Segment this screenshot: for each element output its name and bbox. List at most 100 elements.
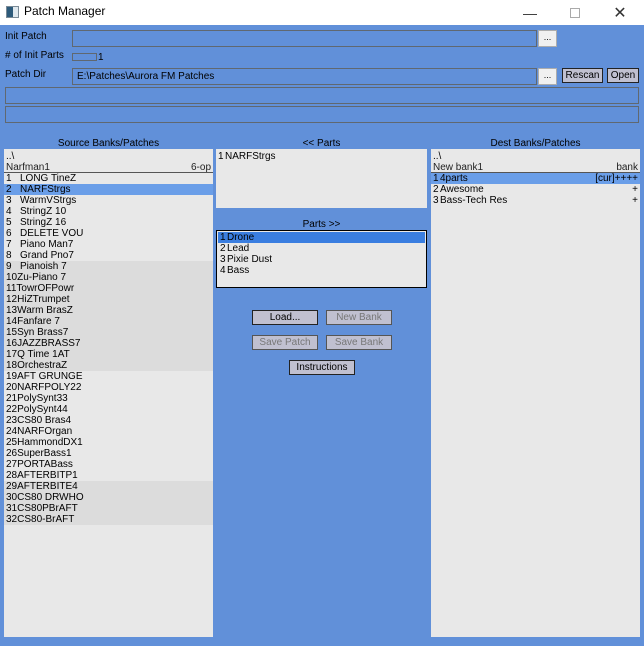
source-patch-item-name: AFTERBITE4 bbox=[17, 481, 78, 492]
source-patch-item[interactable]: 28 AFTERBITP1 bbox=[4, 470, 213, 481]
close-icon: ✕ bbox=[613, 4, 627, 22]
source-patch-item[interactable]: 11 TowrOFPowr bbox=[4, 283, 213, 294]
parts-in-list[interactable]: 1 NARFStrgs bbox=[216, 149, 427, 208]
source-patch-item-name: Piano Man7 bbox=[20, 239, 74, 250]
source-patch-item-number: 23 bbox=[6, 415, 18, 426]
source-patch-item[interactable]: 26 SuperBass1 bbox=[4, 448, 213, 459]
source-patch-item-number: 13 bbox=[6, 305, 18, 316]
source-patch-item[interactable]: 7 Piano Man7 bbox=[4, 239, 213, 250]
source-patch-item-name: PORTABass bbox=[17, 459, 73, 470]
parts-out-list[interactable]: 1 Drone 2 Lead 3 Pixie Dust 4 Bass bbox=[216, 230, 427, 288]
source-patch-item-name: OrchestraZ bbox=[17, 360, 68, 371]
source-patch-item[interactable]: 21 PolySynt33 bbox=[4, 393, 213, 404]
source-patch-item[interactable]: 10 Zu-Piano 7 bbox=[4, 272, 213, 283]
source-patch-item[interactable]: 19 AFT GRUNGE bbox=[4, 371, 213, 382]
source-patch-item[interactable]: 18 OrchestraZ bbox=[4, 360, 213, 371]
init-parts-slider[interactable] bbox=[72, 53, 97, 61]
source-patch-item[interactable]: 23 CS80 Bras4 bbox=[4, 415, 213, 426]
dest-patch-item-name: Bass-Tech Res bbox=[440, 195, 508, 206]
source-patch-item[interactable]: 31 CS80PBrAFT bbox=[4, 503, 213, 514]
init-patch-field[interactable] bbox=[72, 30, 537, 47]
title-bar: Patch Manager — ✕ bbox=[0, 0, 644, 25]
source-patch-item[interactable]: 2 NARFStrgs bbox=[4, 184, 213, 195]
source-title: Source Banks/Patches bbox=[57, 138, 160, 149]
source-patch-item[interactable]: 5 StringZ 16 bbox=[4, 217, 213, 228]
dest-bank-type: bank bbox=[616, 162, 638, 173]
dest-bank-header: New bank1 bank bbox=[431, 162, 640, 173]
dest-patch-item[interactable]: 2 Awesome + bbox=[431, 184, 640, 195]
source-patch-item-number: 6 bbox=[6, 228, 12, 239]
save-bank-button[interactable]: Save Bank bbox=[326, 335, 392, 350]
source-patch-item[interactable]: 24 NARFOrgan bbox=[4, 426, 213, 437]
open-button[interactable]: Open bbox=[607, 68, 639, 83]
source-patch-item[interactable]: 9 Pianoish 7 bbox=[4, 261, 213, 272]
source-patch-item[interactable]: 17 Q Time 1AT bbox=[4, 349, 213, 360]
init-patch-label: Init Patch bbox=[5, 31, 47, 42]
window-title: Patch Manager bbox=[24, 4, 106, 18]
instructions-button[interactable]: Instructions bbox=[289, 360, 355, 375]
source-patch-item-name: Zu-Piano 7 bbox=[17, 272, 67, 283]
source-patch-item-number: 5 bbox=[6, 217, 12, 228]
source-patch-item-name: NARFStrgs bbox=[20, 184, 71, 195]
patch-dir-field[interactable]: E:\Patches\Aurora FM Patches bbox=[72, 68, 537, 85]
source-patch-item[interactable]: 4 StringZ 10 bbox=[4, 206, 213, 217]
save-patch-button[interactable]: Save Patch bbox=[252, 335, 318, 350]
source-patch-item-number: 28 bbox=[6, 470, 18, 481]
source-patch-item[interactable]: 27 PORTABass bbox=[4, 459, 213, 470]
source-patch-item-number: 24 bbox=[6, 426, 18, 437]
source-patch-item[interactable]: 12 HiZTrumpet bbox=[4, 294, 213, 305]
source-list[interactable]: ..\ Narfman1 6-op 1 LONG TineZ 2 NARFStrgs 3… bbox=[4, 149, 213, 637]
source-up-dir[interactable]: ..\ bbox=[4, 151, 213, 162]
parts-out-item-name: Pixie Dust bbox=[227, 254, 273, 265]
maximize-button[interactable] bbox=[552, 0, 598, 25]
patch-dir-browse-button[interactable]: ... bbox=[538, 68, 557, 85]
source-patch-item-number: 17 bbox=[6, 349, 18, 360]
dest-patch-item[interactable]: 1 4parts [cur]++++ bbox=[431, 173, 640, 184]
source-patch-item[interactable]: 16 JAZZBRASS7 bbox=[4, 338, 213, 349]
source-patch-item-number: 10 bbox=[6, 272, 18, 283]
source-patch-item[interactable]: 13 Warm BrasZ bbox=[4, 305, 213, 316]
parts-out-item[interactable]: 4 Bass bbox=[218, 265, 425, 276]
status-line-1 bbox=[5, 87, 639, 104]
rescan-button[interactable]: Rescan bbox=[562, 68, 603, 83]
dest-patch-item[interactable]: 3 Bass-Tech Res + bbox=[431, 195, 640, 206]
source-patch-item[interactable]: 30 CS80 DRWHO bbox=[4, 492, 213, 503]
dest-patch-item-flag: + bbox=[632, 195, 638, 206]
source-patch-item-name: JAZZBRASS7 bbox=[17, 338, 81, 349]
new-bank-button[interactable]: New Bank bbox=[326, 310, 392, 325]
source-patch-item-name: Grand Pno7 bbox=[20, 250, 74, 261]
source-bank-header: Narfman1 6-op bbox=[4, 162, 213, 173]
init-parts-value: 1 bbox=[98, 52, 104, 63]
source-patch-item[interactable]: 6 DELETE VOU bbox=[4, 228, 213, 239]
source-patch-item[interactable]: 8 Grand Pno7 bbox=[4, 250, 213, 261]
source-patch-item-number: 20 bbox=[6, 382, 18, 393]
parts-out-item[interactable]: 2 Lead bbox=[218, 243, 425, 254]
source-patch-item-number: 2 bbox=[6, 184, 12, 195]
source-patch-item-name: CS80-BrAFT bbox=[17, 514, 75, 525]
load-button[interactable]: Load... bbox=[252, 310, 318, 325]
patch-dir-label: Patch Dir bbox=[5, 69, 47, 80]
source-patch-item[interactable]: 14 Fanfare 7 bbox=[4, 316, 213, 327]
source-patch-item-number: 1 bbox=[6, 173, 12, 184]
source-patch-item[interactable]: 25 HammondDX1 bbox=[4, 437, 213, 448]
init-patch-browse-button[interactable]: ... bbox=[538, 30, 557, 47]
parts-in-item[interactable]: 1 NARFStrgs bbox=[216, 151, 427, 162]
close-button[interactable]: ✕ bbox=[597, 0, 643, 25]
dest-up-dir[interactable]: ..\ bbox=[431, 151, 640, 162]
source-patch-item[interactable]: 20 NARFPOLY22 bbox=[4, 382, 213, 393]
dest-bank-name: New bank1 bbox=[433, 162, 484, 173]
dest-list[interactable]: ..\ New bank1 bank 1 4parts [cur]++++ 2 Awes… bbox=[431, 149, 640, 637]
source-patch-item[interactable]: 3 WarmVStrgs bbox=[4, 195, 213, 206]
parts-out-item[interactable]: 3 Pixie Dust bbox=[218, 254, 425, 265]
source-patch-item-name: DELETE VOU bbox=[20, 228, 84, 239]
minimize-button[interactable]: — bbox=[507, 0, 553, 25]
source-patch-item-name: NARFOrgan bbox=[17, 426, 73, 437]
parts-out-item[interactable]: 1 Drone bbox=[218, 232, 425, 243]
source-patch-item[interactable]: 1 LONG TineZ bbox=[4, 173, 213, 184]
source-patch-item-number: 14 bbox=[6, 316, 18, 327]
source-patch-item[interactable]: 15 Syn Brass7 bbox=[4, 327, 213, 338]
source-patch-item[interactable]: 29 AFTERBITE4 bbox=[4, 481, 213, 492]
source-patch-item[interactable]: 32 CS80-BrAFT bbox=[4, 514, 213, 525]
source-patch-item[interactable]: 22 PolySynt44 bbox=[4, 404, 213, 415]
dest-patch-item-flag: [cur]++++ bbox=[595, 173, 638, 184]
